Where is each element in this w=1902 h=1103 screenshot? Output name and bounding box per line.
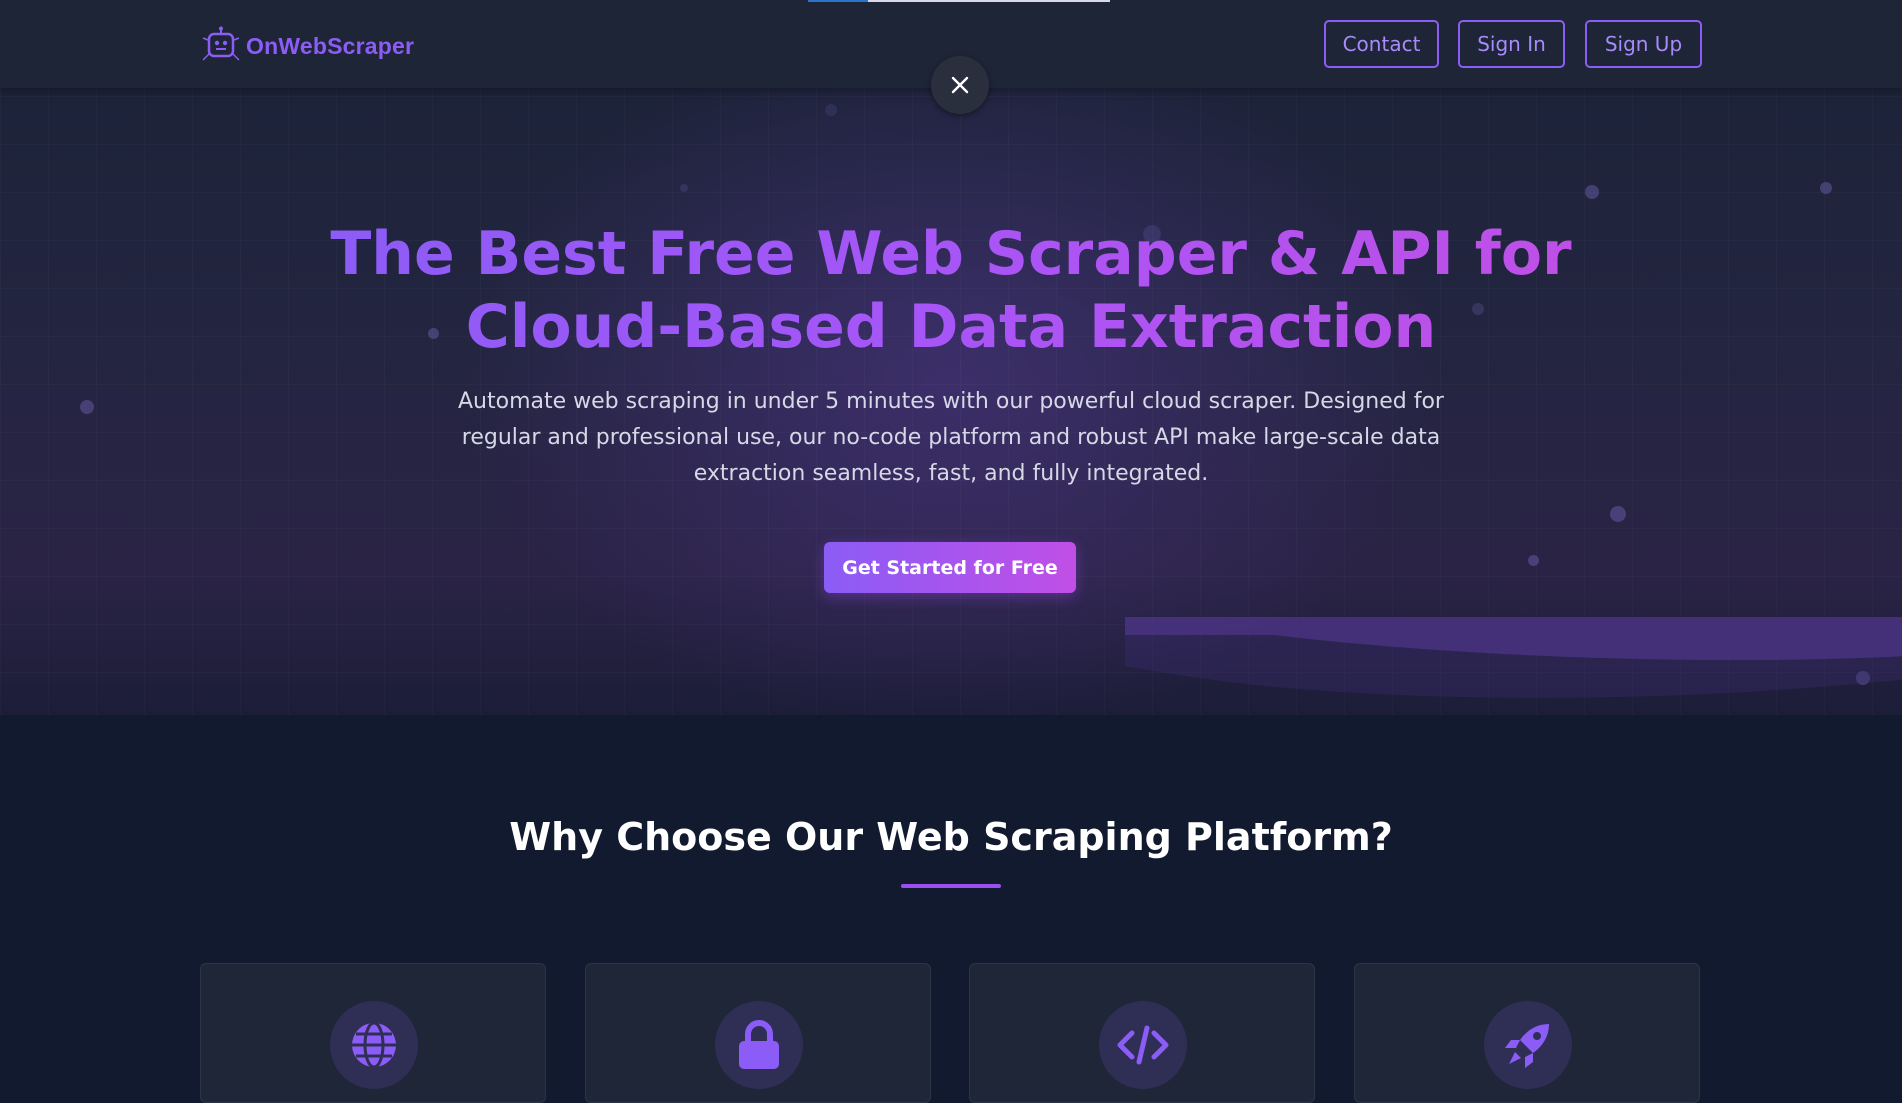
feature-icon-badge — [330, 1001, 418, 1089]
feature-card — [969, 963, 1315, 1103]
get-started-button[interactable]: Get Started for Free — [824, 542, 1076, 593]
robot-logo-icon — [202, 26, 240, 61]
feature-card — [585, 963, 931, 1103]
feature-card — [1354, 963, 1700, 1103]
close-icon — [951, 76, 969, 94]
feature-card — [200, 963, 546, 1103]
sign-in-button[interactable]: Sign In — [1458, 20, 1565, 68]
lock-icon — [739, 1020, 779, 1069]
code-icon — [1117, 1025, 1169, 1065]
contact-button[interactable]: Contact — [1324, 20, 1439, 68]
features-section-title: Why Choose Our Web Scraping Platform? — [509, 815, 1393, 859]
feature-icon-badge — [1099, 1001, 1187, 1089]
background-dot — [825, 104, 837, 116]
feature-icon-badge — [1484, 1001, 1572, 1089]
hero-title: The Best Free Web Scraper & API for Clou… — [300, 218, 1602, 364]
background-dot — [680, 184, 688, 192]
globe-icon — [352, 1021, 396, 1069]
brand-logo[interactable]: OnWebScraper — [200, 26, 414, 66]
background-dot — [1528, 555, 1539, 566]
hero-wave-decoration — [1125, 617, 1902, 698]
background-dot — [1585, 185, 1599, 199]
background-dot — [1610, 506, 1626, 522]
feature-icon-badge — [715, 1001, 803, 1089]
section-title-underline — [901, 884, 1001, 888]
close-button[interactable] — [931, 56, 989, 114]
page-load-progress — [808, 0, 1110, 2]
hero-subtitle: Automate web scraping in under 5 minutes… — [458, 389, 1444, 486]
sign-up-button[interactable]: Sign Up — [1585, 20, 1702, 68]
rocket-icon — [1505, 1024, 1549, 1068]
background-dot — [1820, 182, 1832, 194]
brand-name: OnWebScraper — [246, 32, 415, 59]
background-dot — [80, 400, 94, 414]
